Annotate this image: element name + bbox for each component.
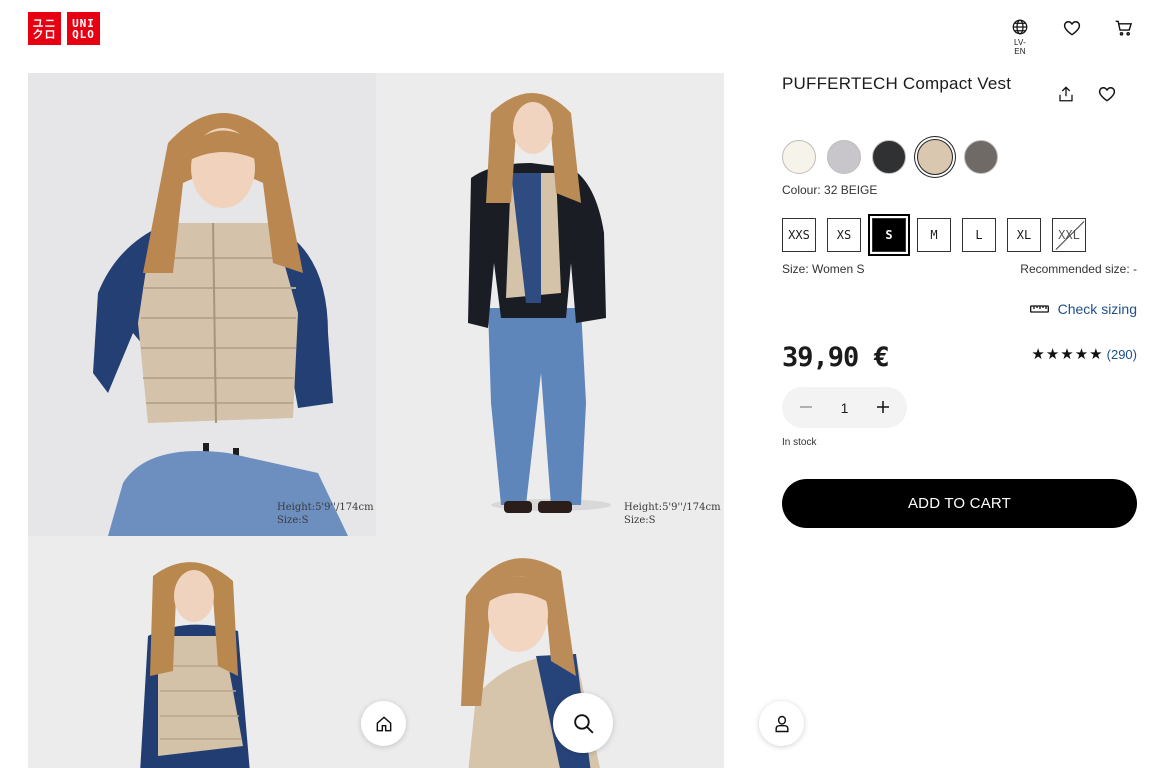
ruler-icon [1029,305,1049,313]
model-standing-illustration [376,73,724,536]
share-button[interactable] [1057,84,1075,109]
recommended-size-label: Recommended size: - [1020,262,1137,276]
colour-swatch[interactable] [872,140,906,174]
uniqlo-logo[interactable]: ユニ クロ UNI QLO [28,12,100,45]
language-label: LV-EN [1013,38,1026,56]
size-info-row: Size: Women S Recommended size: - [782,262,1137,276]
cart-button[interactable] [1113,18,1135,38]
header-actions: LV-EN [1009,18,1135,56]
account-button[interactable] [759,701,804,746]
increase-quantity-button[interactable] [873,398,893,418]
heart-icon [1098,87,1116,102]
model-side-illustration [28,536,376,768]
search-icon [573,713,594,734]
colour-swatches [782,139,998,175]
size-option-s[interactable]: S [868,214,910,256]
globe-icon [1012,19,1028,35]
plus-icon [876,400,889,413]
product-photo-2[interactable]: Height:5'9''/174cm Size:S [376,73,724,536]
rating-stars: ★★★★★ [1031,346,1104,363]
product-title: PUFFERTECH Compact Vest [782,74,1012,93]
add-to-cart-button[interactable]: ADD TO CART [782,479,1137,528]
product-page: ユニ クロ UNI QLO LV-EN Height:5'9''/174cm S… [0,0,1171,768]
language-selector[interactable]: LV-EN [1009,18,1031,56]
title-actions [1057,84,1117,109]
decrease-quantity-button[interactable] [796,398,816,418]
price: 39,90 € [782,342,890,373]
size-option-m[interactable]: M [917,218,951,252]
logo-block-katakana: ユニ クロ [28,12,61,45]
size-option-xl[interactable]: XL [1007,218,1041,252]
colour-swatch[interactable] [827,140,861,174]
size-option-xs[interactable]: XS [827,218,861,252]
size-option-xxs[interactable]: XXS [782,218,816,252]
search-button[interactable] [553,693,613,753]
product-photo-1[interactable]: Height:5'9''/174cm Size:S [28,73,376,536]
product-gallery: Height:5'9''/174cm Size:S Height:5'9''/1… [28,73,724,768]
model-seated-illustration [28,73,376,536]
cart-icon [1115,20,1133,36]
favorite-button[interactable] [1097,84,1117,109]
colour-swatch[interactable] [782,140,816,174]
colour-swatch[interactable] [917,139,953,175]
home-icon [376,715,391,731]
minus-icon [800,405,812,408]
logo-block-latin: UNI QLO [67,12,100,45]
product-photo-4[interactable] [376,536,724,768]
quantity-value[interactable]: 1 [841,400,849,416]
size-options: XXS XS S M L XL XXL [782,214,1086,256]
account-icon [774,715,789,732]
rating: ★★★★★ (290) [1031,345,1137,363]
check-sizing-label: Check sizing [1057,301,1137,317]
home-button[interactable] [361,701,406,746]
model-size-caption: Height:5'9''/174cm Size:S [624,502,721,526]
size-option-l[interactable]: L [962,218,996,252]
colour-label: Colour: 32 BEIGE [782,183,878,197]
size-option-xxl[interactable]: XXL [1052,218,1086,252]
heart-icon [1063,21,1081,36]
colour-swatch[interactable] [964,140,998,174]
model-size-caption: Height:5'9''/174cm Size:S [277,502,374,526]
share-icon [1059,86,1073,102]
quantity-stepper: 1 [782,387,907,428]
selected-size-label: Size: Women S [782,262,865,276]
rating-count-link[interactable]: (290) [1107,347,1137,362]
wishlist-button[interactable] [1061,18,1083,38]
product-photo-3[interactable] [28,536,376,768]
model-portrait-illustration [376,536,724,768]
check-sizing-link[interactable]: Check sizing [1029,301,1137,317]
stock-status: In stock [782,437,817,448]
